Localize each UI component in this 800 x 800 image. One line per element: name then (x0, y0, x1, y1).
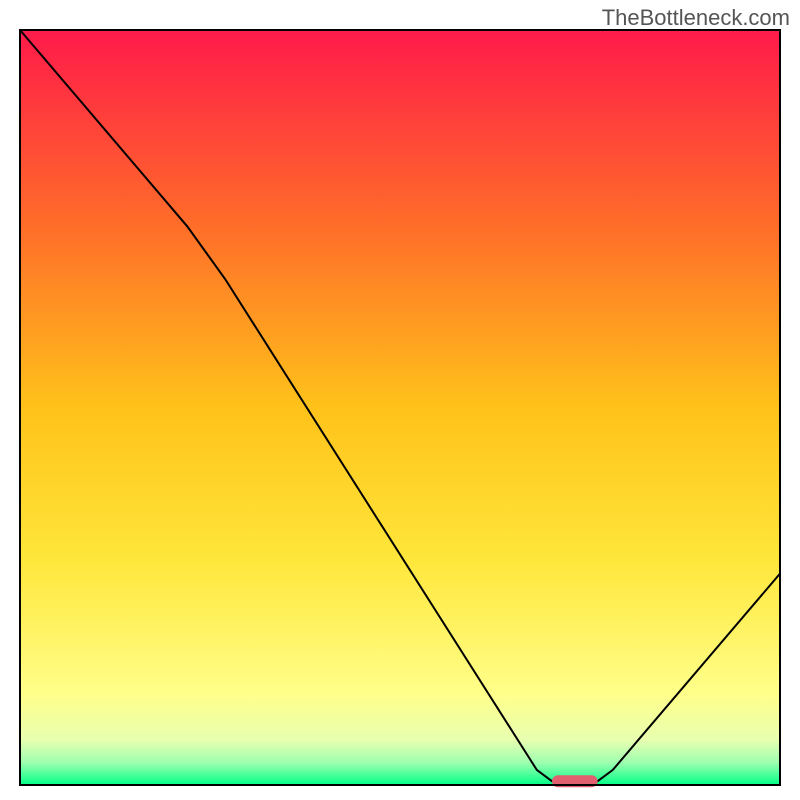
gradient-background (20, 30, 780, 785)
chart-svg (0, 0, 800, 800)
watermark-text: TheBottleneck.com (602, 5, 790, 31)
chart-container: TheBottleneck.com (0, 0, 800, 800)
